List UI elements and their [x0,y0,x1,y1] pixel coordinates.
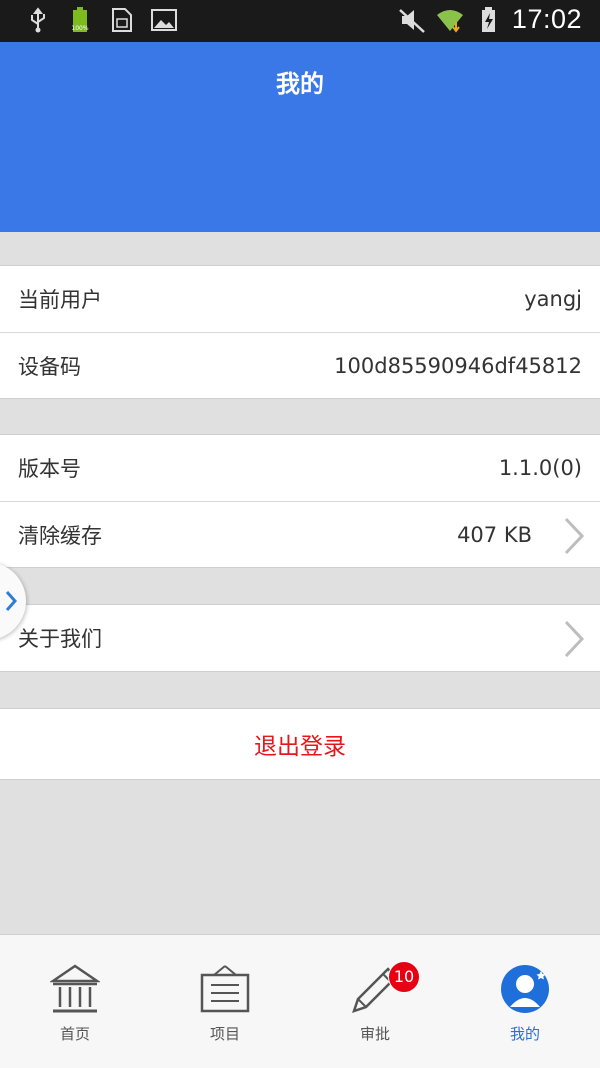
board-icon [200,965,250,1013]
chevron-right-icon [564,620,585,658]
page-title: 我的 [276,70,324,98]
bottom-navigation: 首页 项目 10 审批 我的 [0,934,600,1068]
battery-level-text: 100% [71,25,88,32]
chevron-right-icon [5,591,18,611]
tab-home-label: 首页 [59,1025,90,1043]
current-user-value: yangj [524,287,582,311]
tab-approval[interactable]: 10 审批 [300,935,450,1068]
image-icon [151,9,177,31]
user-info-group: 当前用户 yangj 设备码 100d85590946df45812 [0,265,600,399]
mute-icon [399,8,425,33]
wifi-icon [436,9,463,33]
page-header: 我的 [0,42,600,232]
user-icon [501,965,549,1013]
device-code-row: 设备码 100d85590946df45812 [0,332,600,398]
usb-icon [31,7,45,33]
chevron-right-icon [564,517,585,555]
tab-mine[interactable]: 我的 [450,935,600,1068]
device-code-label: 设备码 [18,354,81,379]
sim-icon [112,8,132,32]
clear-cache-row[interactable]: 清除缓存 407 KB [0,501,600,567]
app-info-group: 版本号 1.1.0(0) 清除缓存 407 KB [0,434,600,568]
about-group: 关于我们 [0,604,600,672]
current-user-label: 当前用户 [18,288,102,312]
about-us-label: 关于我们 [18,627,102,651]
battery-icon: 100% [71,7,89,32]
logout-button[interactable]: 退出登录 [0,708,600,780]
charging-battery-icon [481,6,495,32]
version-value: 1.1.0(0) [498,456,582,480]
tab-projects[interactable]: 项目 [150,935,300,1068]
tab-home[interactable]: 首页 [0,935,150,1068]
tab-projects-label: 项目 [209,1025,240,1043]
current-user-row: 当前用户 yangj [0,266,600,332]
clock: 17:02 [511,4,582,34]
status-bar: 100% 17:02 [0,0,600,42]
tab-approval-label: 审批 [359,1025,390,1043]
cache-size-value: 407 KB [457,522,532,547]
tab-mine-label: 我的 [509,1025,540,1043]
bank-icon [50,964,100,1013]
approval-count-badge: 10 [388,961,420,993]
version-row: 版本号 1.1.0(0) [0,435,600,501]
about-us-row[interactable]: 关于我们 [0,605,600,671]
device-code-value: 100d85590946df45812 [334,353,582,378]
version-label: 版本号 [18,457,81,481]
clear-cache-label: 清除缓存 [18,523,102,548]
